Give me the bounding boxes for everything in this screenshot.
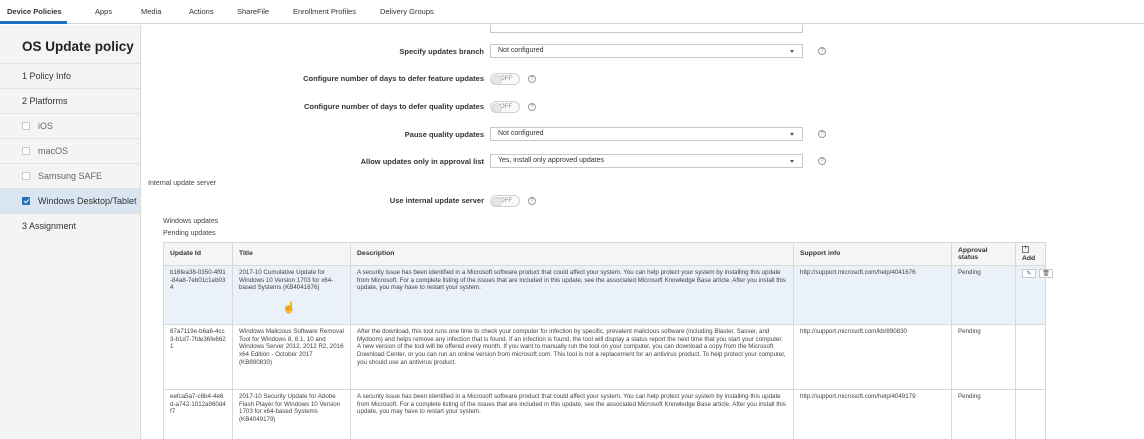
windows-updates-label: Windows updates xyxy=(163,218,219,225)
top-nav: Device Policies Apps Media Actions Share… xyxy=(0,0,1144,24)
sidebar-item-windows-desktop[interactable]: Windows Desktop/Tablet xyxy=(0,188,140,213)
sidebar-item-label: Samsung SAFE xyxy=(38,171,103,181)
tab-delivery-groups[interactable]: Delivery Groups xyxy=(380,7,434,16)
table-row[interactable]: b16fea38-0350-4f91-84a8-7eb01c1eb034 201… xyxy=(163,265,1053,326)
help-icon[interactable]: ? xyxy=(528,197,536,205)
table-row[interactable]: eefca5a7-c6b4-4e6d-a742-1012a960d4f7 201… xyxy=(163,389,1046,439)
sidebar-item-label: iOS xyxy=(38,121,54,131)
select-value: Not configured xyxy=(498,130,544,137)
select-value: Not configured xyxy=(498,47,544,54)
cell-update-id: 87a7119e-b6a6-4cc3-b1d7-7fde36fe6621 xyxy=(163,324,233,391)
defer-quality-label: Configure number of days to defer qualit… xyxy=(303,102,484,111)
sidebar-item-samsung-safe[interactable]: Samsung SAFE xyxy=(0,163,140,188)
sidebar-item-label: 2 Platforms xyxy=(22,96,68,106)
help-icon[interactable]: ? xyxy=(818,47,826,55)
approval-list-select[interactable]: Yes, install only approved updates xyxy=(490,154,803,168)
chevron-down-icon xyxy=(790,50,794,53)
pause-quality-label: Pause quality updates xyxy=(404,130,484,139)
sidebar-item-label: Windows Desktop/Tablet xyxy=(38,196,137,206)
updates-branch-select[interactable]: Not configured xyxy=(490,44,803,58)
tab-enrollment-profiles[interactable]: Enrollment Profiles xyxy=(293,7,356,16)
table-row[interactable]: 87a7119e-b6a6-4cc3-b1d7-7fde36fe6621 Win… xyxy=(163,324,1046,391)
table-header-row: Update Id Title Description Support info… xyxy=(163,241,1046,267)
tab-media[interactable]: Media xyxy=(141,7,161,16)
pending-updates-label: Pending updates xyxy=(163,230,216,237)
cell-title: 2017-10 Cumulative Update for Windows 10… xyxy=(232,265,351,326)
internal-server-section: Internal update server xyxy=(148,180,217,187)
add-icon xyxy=(1022,245,1029,253)
approval-list-label: Allow updates only in approval list xyxy=(360,157,484,166)
add-button[interactable]: Add xyxy=(1015,241,1046,267)
column-header-description[interactable]: Description xyxy=(350,241,794,267)
help-icon[interactable]: ? xyxy=(818,130,826,138)
cell-support-info: http://support.microsoft.com/kb/890830 xyxy=(793,324,952,391)
cell-update-id: b16fea38-0350-4f91-84a8-7eb01c1eb034 xyxy=(163,265,233,326)
select-value: Yes, install only approved updates xyxy=(498,157,604,164)
cell-description: A security issue has been identified in … xyxy=(350,389,794,439)
use-internal-server-toggle[interactable]: OFF xyxy=(490,195,520,207)
cell-actions: ✎ 🗑 xyxy=(1015,265,1053,326)
tab-actions[interactable]: Actions xyxy=(189,7,214,16)
checkbox-icon[interactable] xyxy=(22,147,30,155)
column-header-title[interactable]: Title xyxy=(232,241,351,267)
defer-feature-toggle[interactable]: OFF xyxy=(490,73,520,85)
tab-device-policies[interactable]: Device Policies xyxy=(7,7,62,16)
sidebar-item-assignment[interactable]: 3 Assignment xyxy=(0,213,140,238)
cell-title: 2017-10 Security Update for Adobe Flash … xyxy=(232,389,351,439)
column-header-update-id[interactable]: Update Id xyxy=(163,241,233,267)
column-header-approval-status[interactable]: Approval status xyxy=(951,241,1016,267)
pause-quality-select[interactable]: Not configured xyxy=(490,127,803,141)
cell-update-id: eefca5a7-c6b4-4e6d-a742-1012a960d4f7 xyxy=(163,389,233,439)
cell-actions xyxy=(1015,324,1046,391)
defer-feature-label: Configure number of days to defer featur… xyxy=(303,74,484,83)
column-header-support-info[interactable]: Support info xyxy=(793,241,952,267)
help-icon[interactable]: ? xyxy=(528,75,536,83)
defer-quality-toggle[interactable]: OFF xyxy=(490,101,520,113)
tab-apps[interactable]: Apps xyxy=(95,7,112,16)
delete-icon[interactable]: 🗑 xyxy=(1039,269,1053,279)
checkbox-icon[interactable] xyxy=(22,122,30,130)
sidebar-item-macos[interactable]: macOS xyxy=(0,138,140,163)
cell-approval-status: Pending xyxy=(951,389,1016,439)
cutoff-select xyxy=(490,25,803,33)
cell-support-info: http://support.microsoft.com/help/404167… xyxy=(793,265,952,326)
checkbox-icon[interactable] xyxy=(22,172,30,180)
pending-updates-table: Update Id Title Description Support info… xyxy=(163,241,1053,439)
sidebar-item-label: 1 Policy Info xyxy=(22,71,72,81)
policy-title: OS Update policy xyxy=(22,39,134,54)
sidebar-item-policy-info[interactable]: 1 Policy Info xyxy=(0,63,140,88)
sidebar-item-ios[interactable]: iOS xyxy=(0,113,140,138)
cell-description: A security issue has been identified in … xyxy=(350,265,794,326)
hand-cursor-icon: ☝ xyxy=(282,302,296,314)
use-internal-server-label: Use internal update server xyxy=(389,196,484,205)
cell-title: Windows Malicious Software Removal Tool … xyxy=(232,324,351,391)
cell-support-info: http://support.microsoft.com/help/404917… xyxy=(793,389,952,439)
checkbox-checked-icon[interactable] xyxy=(22,197,30,205)
active-tab-indicator xyxy=(0,21,67,24)
help-icon[interactable]: ? xyxy=(528,103,536,111)
tab-sharefile[interactable]: ShareFile xyxy=(237,7,269,16)
cell-approval-status: Pending xyxy=(951,265,1016,326)
help-icon[interactable]: ? xyxy=(818,157,826,165)
sidebar-item-label: macOS xyxy=(38,146,69,156)
edit-icon[interactable]: ✎ xyxy=(1022,269,1036,279)
cell-approval-status: Pending xyxy=(951,324,1016,391)
chevron-down-icon xyxy=(790,133,794,136)
chevron-down-icon xyxy=(790,160,794,163)
sidebar: OS Update policy 1 Policy Info 2 Platfor… xyxy=(0,25,141,439)
add-label: Add xyxy=(1022,254,1036,262)
sidebar-item-platforms[interactable]: 2 Platforms xyxy=(0,88,140,113)
updates-branch-label: Specify updates branch xyxy=(399,47,484,56)
sidebar-item-label: 3 Assignment xyxy=(22,221,77,231)
cell-actions xyxy=(1015,389,1046,439)
cell-description: After the download, this tool runs one t… xyxy=(350,324,794,391)
